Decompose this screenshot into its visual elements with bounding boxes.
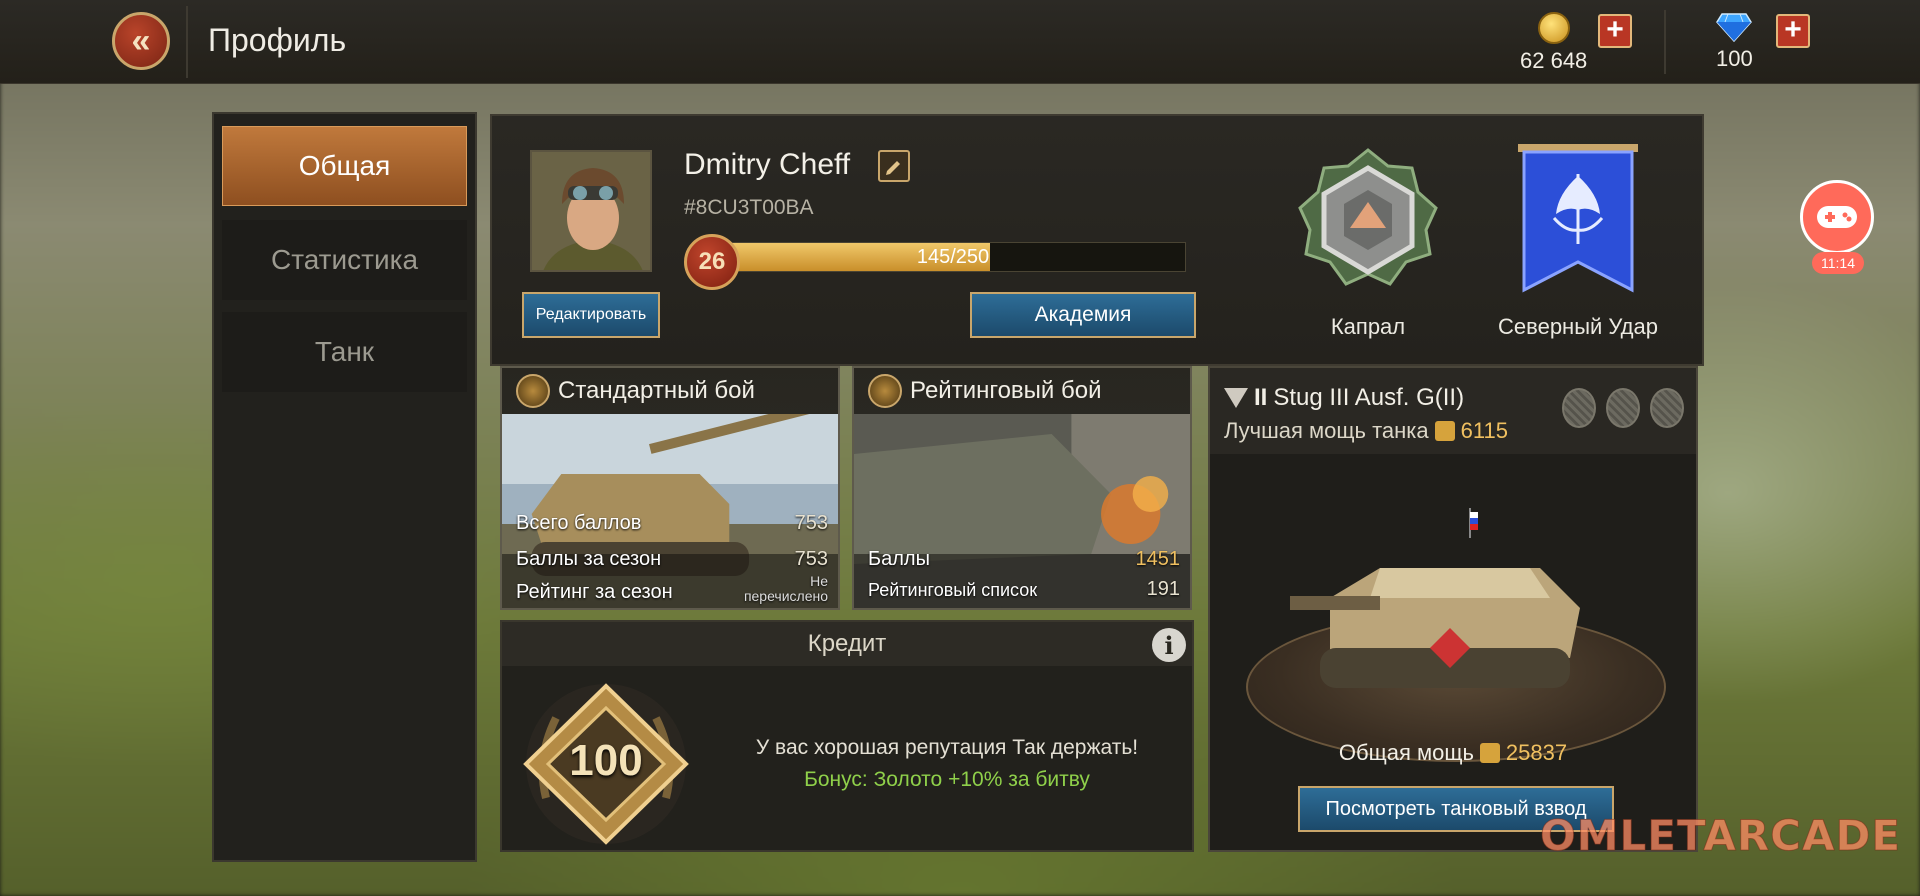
- gamepad-icon: [1817, 206, 1857, 228]
- gamepad-button[interactable]: [1800, 180, 1874, 254]
- credit-bonus: Бонус: Золото +10% за битву: [804, 768, 1090, 791]
- credit-emblem: 100: [516, 678, 696, 848]
- stat-row: Рейтинг за сезон Не перечислено: [516, 574, 828, 604]
- double-chevron-left-icon: «: [131, 21, 151, 60]
- recording-clock: 11:14: [1812, 252, 1864, 274]
- laurel-icon: [868, 374, 902, 408]
- tank-best-power: Лучшая мощь танка 6115: [1224, 418, 1508, 444]
- credit-panel: Кредит i 100 У вас хорошая репутация Так…: [500, 620, 1194, 852]
- stat-label: Баллы: [868, 548, 930, 570]
- tank-name: Stug III Ausf. G(II): [1273, 384, 1465, 411]
- edit-profile-button[interactable]: Редактировать: [522, 292, 660, 338]
- gold-currency: 62 648: [1520, 12, 1587, 74]
- add-gold-button[interactable]: +: [1598, 14, 1632, 48]
- tab-general[interactable]: Общая: [222, 126, 467, 206]
- medal-icon[interactable]: [1562, 388, 1596, 428]
- credit-score: 100: [569, 736, 643, 785]
- stat-value: 753: [794, 548, 828, 570]
- stat-row: Всего баллов 753: [516, 512, 828, 535]
- divider: [1664, 10, 1666, 74]
- card-header: Стандартный бой: [502, 368, 838, 414]
- total-power-label: Общая мощь: [1338, 740, 1474, 765]
- card-title: Рейтинговый бой: [910, 377, 1102, 404]
- level-badge: 26: [684, 234, 740, 290]
- stat-row: Баллы 1451: [868, 548, 1180, 571]
- credit-header: Кредит i: [502, 622, 1192, 666]
- credit-title: Кредит: [807, 630, 887, 657]
- tab-tank[interactable]: Танк: [222, 312, 467, 392]
- academy-button[interactable]: Академия: [970, 292, 1196, 338]
- stat-label: Рейтинговый список: [868, 580, 1038, 600]
- total-power-value: 25837: [1505, 740, 1568, 765]
- card-title: Стандартный бой: [558, 377, 755, 404]
- stat-label: Рейтинг за сезон: [516, 581, 673, 603]
- stat-row: Рейтинговый список 191: [868, 578, 1180, 601]
- medal-icon[interactable]: [1606, 388, 1640, 428]
- tank-title: II Stug III Ausf. G(II): [1224, 384, 1464, 412]
- credit-message: У вас хорошая репутация Так держать!: [755, 736, 1139, 759]
- stat-value-line: перечислено: [743, 588, 828, 604]
- xp-progress-bar: 145/250: [720, 242, 1186, 272]
- gold-coin-icon: [1537, 12, 1570, 44]
- diamond-icon: [1716, 12, 1753, 42]
- gold-value: 62 648: [1520, 48, 1588, 73]
- tank-header: II Stug III Ausf. G(II) Лучшая мощь танк…: [1210, 368, 1696, 454]
- tank-class-icon: [1224, 388, 1248, 408]
- watermark-text: OMLETARCADE: [1539, 810, 1902, 860]
- stat-value: 191: [1146, 578, 1180, 600]
- stat-value: Не перечислено: [744, 574, 828, 604]
- tank-total-power: Общая мощь 25837: [1210, 740, 1696, 766]
- best-power-label: Лучшая мощь танка: [1224, 418, 1429, 443]
- best-power-value: 6115: [1460, 418, 1508, 443]
- card-header: Рейтинговый бой: [854, 368, 1190, 414]
- back-button[interactable]: «: [112, 12, 170, 70]
- tank-tier: II: [1254, 384, 1268, 411]
- divider: [186, 6, 188, 78]
- medal-icon[interactable]: [1650, 388, 1684, 428]
- power-icon: [1479, 743, 1500, 763]
- ranked-battle-card[interactable]: Рейтинговый бой Баллы 1451 Рейтинговый с…: [852, 366, 1192, 610]
- info-icon[interactable]: i: [1152, 628, 1186, 662]
- profile-tabs: Общая Статистика Танк: [212, 112, 477, 862]
- stat-value-line: Не: [810, 573, 828, 589]
- stat-row: Баллы за сезон 753: [516, 548, 828, 571]
- gem-currency: 100: [1716, 12, 1753, 72]
- edit-name-button[interactable]: [878, 150, 910, 182]
- add-gems-button[interactable]: +: [1776, 14, 1810, 48]
- clan-banner-icon[interactable]: [1518, 144, 1638, 294]
- player-id: #8CU3T00BA: [684, 196, 814, 219]
- clan-label: Северный Удар: [1498, 314, 1658, 339]
- gem-value: 100: [1716, 46, 1753, 71]
- pencil-icon: [886, 161, 900, 175]
- stat-value: 753: [794, 512, 828, 534]
- watermark: OMLETARCADE: [1534, 810, 1900, 860]
- rank-emblem-icon[interactable]: [1294, 146, 1442, 294]
- laurel-icon: [516, 374, 550, 408]
- xp-text: 145/250: [916, 246, 990, 268]
- rank-label: Капрал: [1330, 314, 1406, 339]
- standard-battle-card[interactable]: Стандартный бой Всего баллов 753 Баллы з…: [500, 366, 840, 610]
- page-title: Профиль: [208, 22, 347, 58]
- stat-label: Всего баллов: [516, 512, 642, 534]
- tab-statistics[interactable]: Статистика: [222, 220, 467, 300]
- top-bar: « Профиль 62 648 + 100 +: [0, 0, 1920, 84]
- player-name: Dmitry Cheff: [684, 148, 851, 181]
- tank-model-image: [1290, 508, 1580, 688]
- stat-value: 1451: [1135, 548, 1181, 570]
- avatar[interactable]: [530, 150, 652, 272]
- power-icon: [1434, 421, 1455, 441]
- profile-panel: Dmitry Cheff #8CU3T00BA 26 145/250 Редак…: [490, 114, 1704, 366]
- stat-label: Баллы за сезон: [516, 548, 662, 570]
- tank-panel: II Stug III Ausf. G(II) Лучшая мощь танк…: [1208, 366, 1698, 852]
